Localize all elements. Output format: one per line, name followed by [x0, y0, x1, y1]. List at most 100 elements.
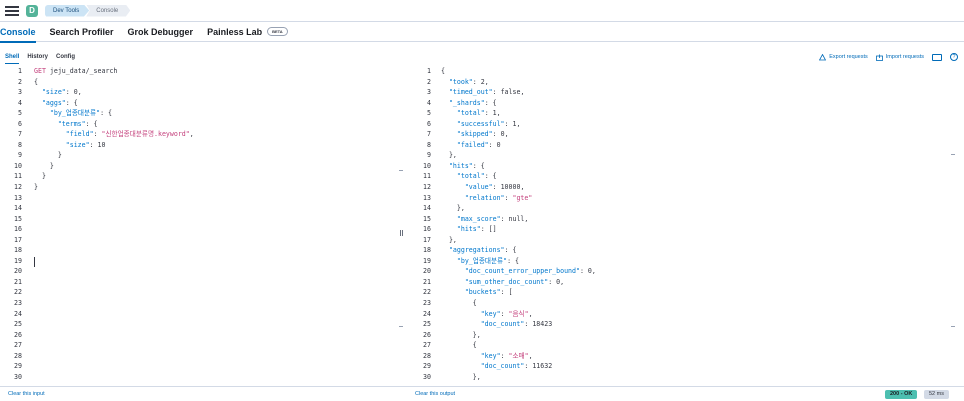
code-token: "gte" [512, 193, 533, 202]
request-code-line: { [34, 77, 194, 88]
fold-marker [399, 170, 403, 171]
line-number: 29 [423, 362, 431, 371]
subtab-history[interactable]: History [27, 50, 48, 64]
code-token: "successful" [456, 119, 505, 128]
pane-resizer[interactable] [397, 66, 405, 386]
resize-grip-icon[interactable] [400, 230, 401, 236]
response-scrollbar[interactable] [951, 66, 955, 386]
code-token: }, [441, 204, 465, 213]
code-token: } [34, 172, 46, 181]
line-number: 7 [18, 130, 22, 139]
code-token: "relation" [464, 193, 505, 202]
code-token: "took" [448, 77, 473, 86]
code-token: null [508, 214, 525, 223]
export-requests-button[interactable]: Export requests [819, 53, 868, 61]
line-number: 11 [14, 172, 22, 181]
subtab-config[interactable]: Config [56, 50, 75, 64]
code-token: "buckets" [464, 288, 501, 297]
line-number: 13 [14, 193, 22, 202]
response-code-line: }, [441, 150, 596, 161]
request-code-line: "aggs": { [34, 98, 194, 109]
tab-grok-debugger-label: Grok Debugger [127, 26, 194, 37]
subtab-shell[interactable]: Shell [5, 50, 20, 64]
line-number: 12 [423, 183, 431, 192]
code-token: : [500, 214, 509, 223]
line-number: 3 [427, 88, 431, 97]
help-icon[interactable]: ? [950, 53, 958, 61]
code-token: : { [504, 246, 517, 255]
tab-console[interactable]: Console [0, 22, 36, 43]
code-token: { [441, 67, 445, 75]
code-token: "total" [456, 109, 485, 118]
response-code-line: }, [441, 330, 596, 341]
response-code-line: "max_score": null, [441, 214, 596, 225]
code-token: "hits" [456, 225, 481, 234]
code-token: : [500, 351, 509, 360]
code-token: : [492, 88, 501, 97]
code-token: : { [100, 109, 112, 118]
line-number: 18 [423, 246, 431, 255]
code-token: : { [507, 256, 519, 265]
response-viewer: 1 2 3 4 5 6 7 8 9 10 11 12 13 14 15 16 17 18 19 20 21 22 23 24 2… [405, 66, 964, 386]
clear-output-link[interactable]: Clear this output [415, 391, 455, 397]
code-token: }, [441, 330, 481, 339]
line-number: 3 [18, 88, 22, 97]
code-token: , [591, 267, 596, 276]
code-token: { [34, 77, 38, 86]
code-token: , [189, 130, 194, 139]
app-logo[interactable]: D [26, 4, 38, 17]
line-number: 5 [427, 109, 431, 118]
code-token: "doc_count_error_upper_bound" [464, 267, 580, 276]
import-requests-button[interactable]: Import requests [875, 54, 924, 61]
line-number: 21 [14, 277, 22, 286]
request-code[interactable]: GET jeju_data/_search{ "size": 0, "aggs"… [34, 66, 194, 193]
fold-marker [399, 326, 403, 327]
code-token: : [484, 109, 493, 118]
breadcrumb-dev-tools[interactable]: Dev Tools [45, 4, 90, 17]
code-token: { [441, 299, 477, 308]
response-code-line: "value": 10000, [441, 182, 596, 193]
line-number: 15 [423, 214, 431, 223]
code-token: : [500, 309, 509, 318]
response-code-line: }, [441, 203, 596, 214]
code-token: "aggs" [41, 98, 66, 107]
tab-search-profiler[interactable]: Search Profiler [50, 22, 114, 42]
menu-icon[interactable] [5, 5, 19, 16]
line-number: 21 [423, 277, 431, 286]
code-token: 11632 [532, 362, 553, 371]
response-code-line: "took": 2, [441, 77, 596, 88]
tab-grok-debugger[interactable]: Grok Debugger [128, 22, 194, 42]
code-token: "failed" [456, 140, 489, 149]
code-token: "doc_count" [480, 320, 525, 329]
line-number: 30 [423, 372, 431, 381]
response-code-line: { [441, 66, 596, 77]
clear-input-link[interactable]: Clear this input [8, 391, 45, 397]
keyboard-icon[interactable] [932, 53, 942, 61]
response-code-line: "total": { [441, 171, 596, 182]
response-code-line: "skipped": 0, [441, 129, 596, 140]
line-number: 16 [14, 225, 22, 234]
response-code-line: "relation": "gte" [441, 193, 596, 204]
code-token: , [516, 119, 521, 128]
fold-marker [951, 154, 955, 155]
code-token: "total" [456, 172, 485, 181]
request-editor[interactable]: 1 2 3 4 5 6 7 8 9 10 11 12 13 14 15 16 17 18 19 20 21 22 23 24 2… [0, 66, 395, 386]
code-token: , [484, 77, 489, 86]
import-icon [875, 54, 883, 61]
line-number: 23 [14, 299, 22, 308]
status-badge: 200 - OK [885, 390, 918, 399]
code-token: } [34, 183, 38, 192]
tab-painless-lab[interactable]: Painless Lab BETA [207, 22, 288, 42]
line-number: 24 [14, 309, 22, 318]
breadcrumb: Dev Tools Console [45, 4, 131, 17]
response-code-line: "total": 1, [441, 108, 596, 119]
